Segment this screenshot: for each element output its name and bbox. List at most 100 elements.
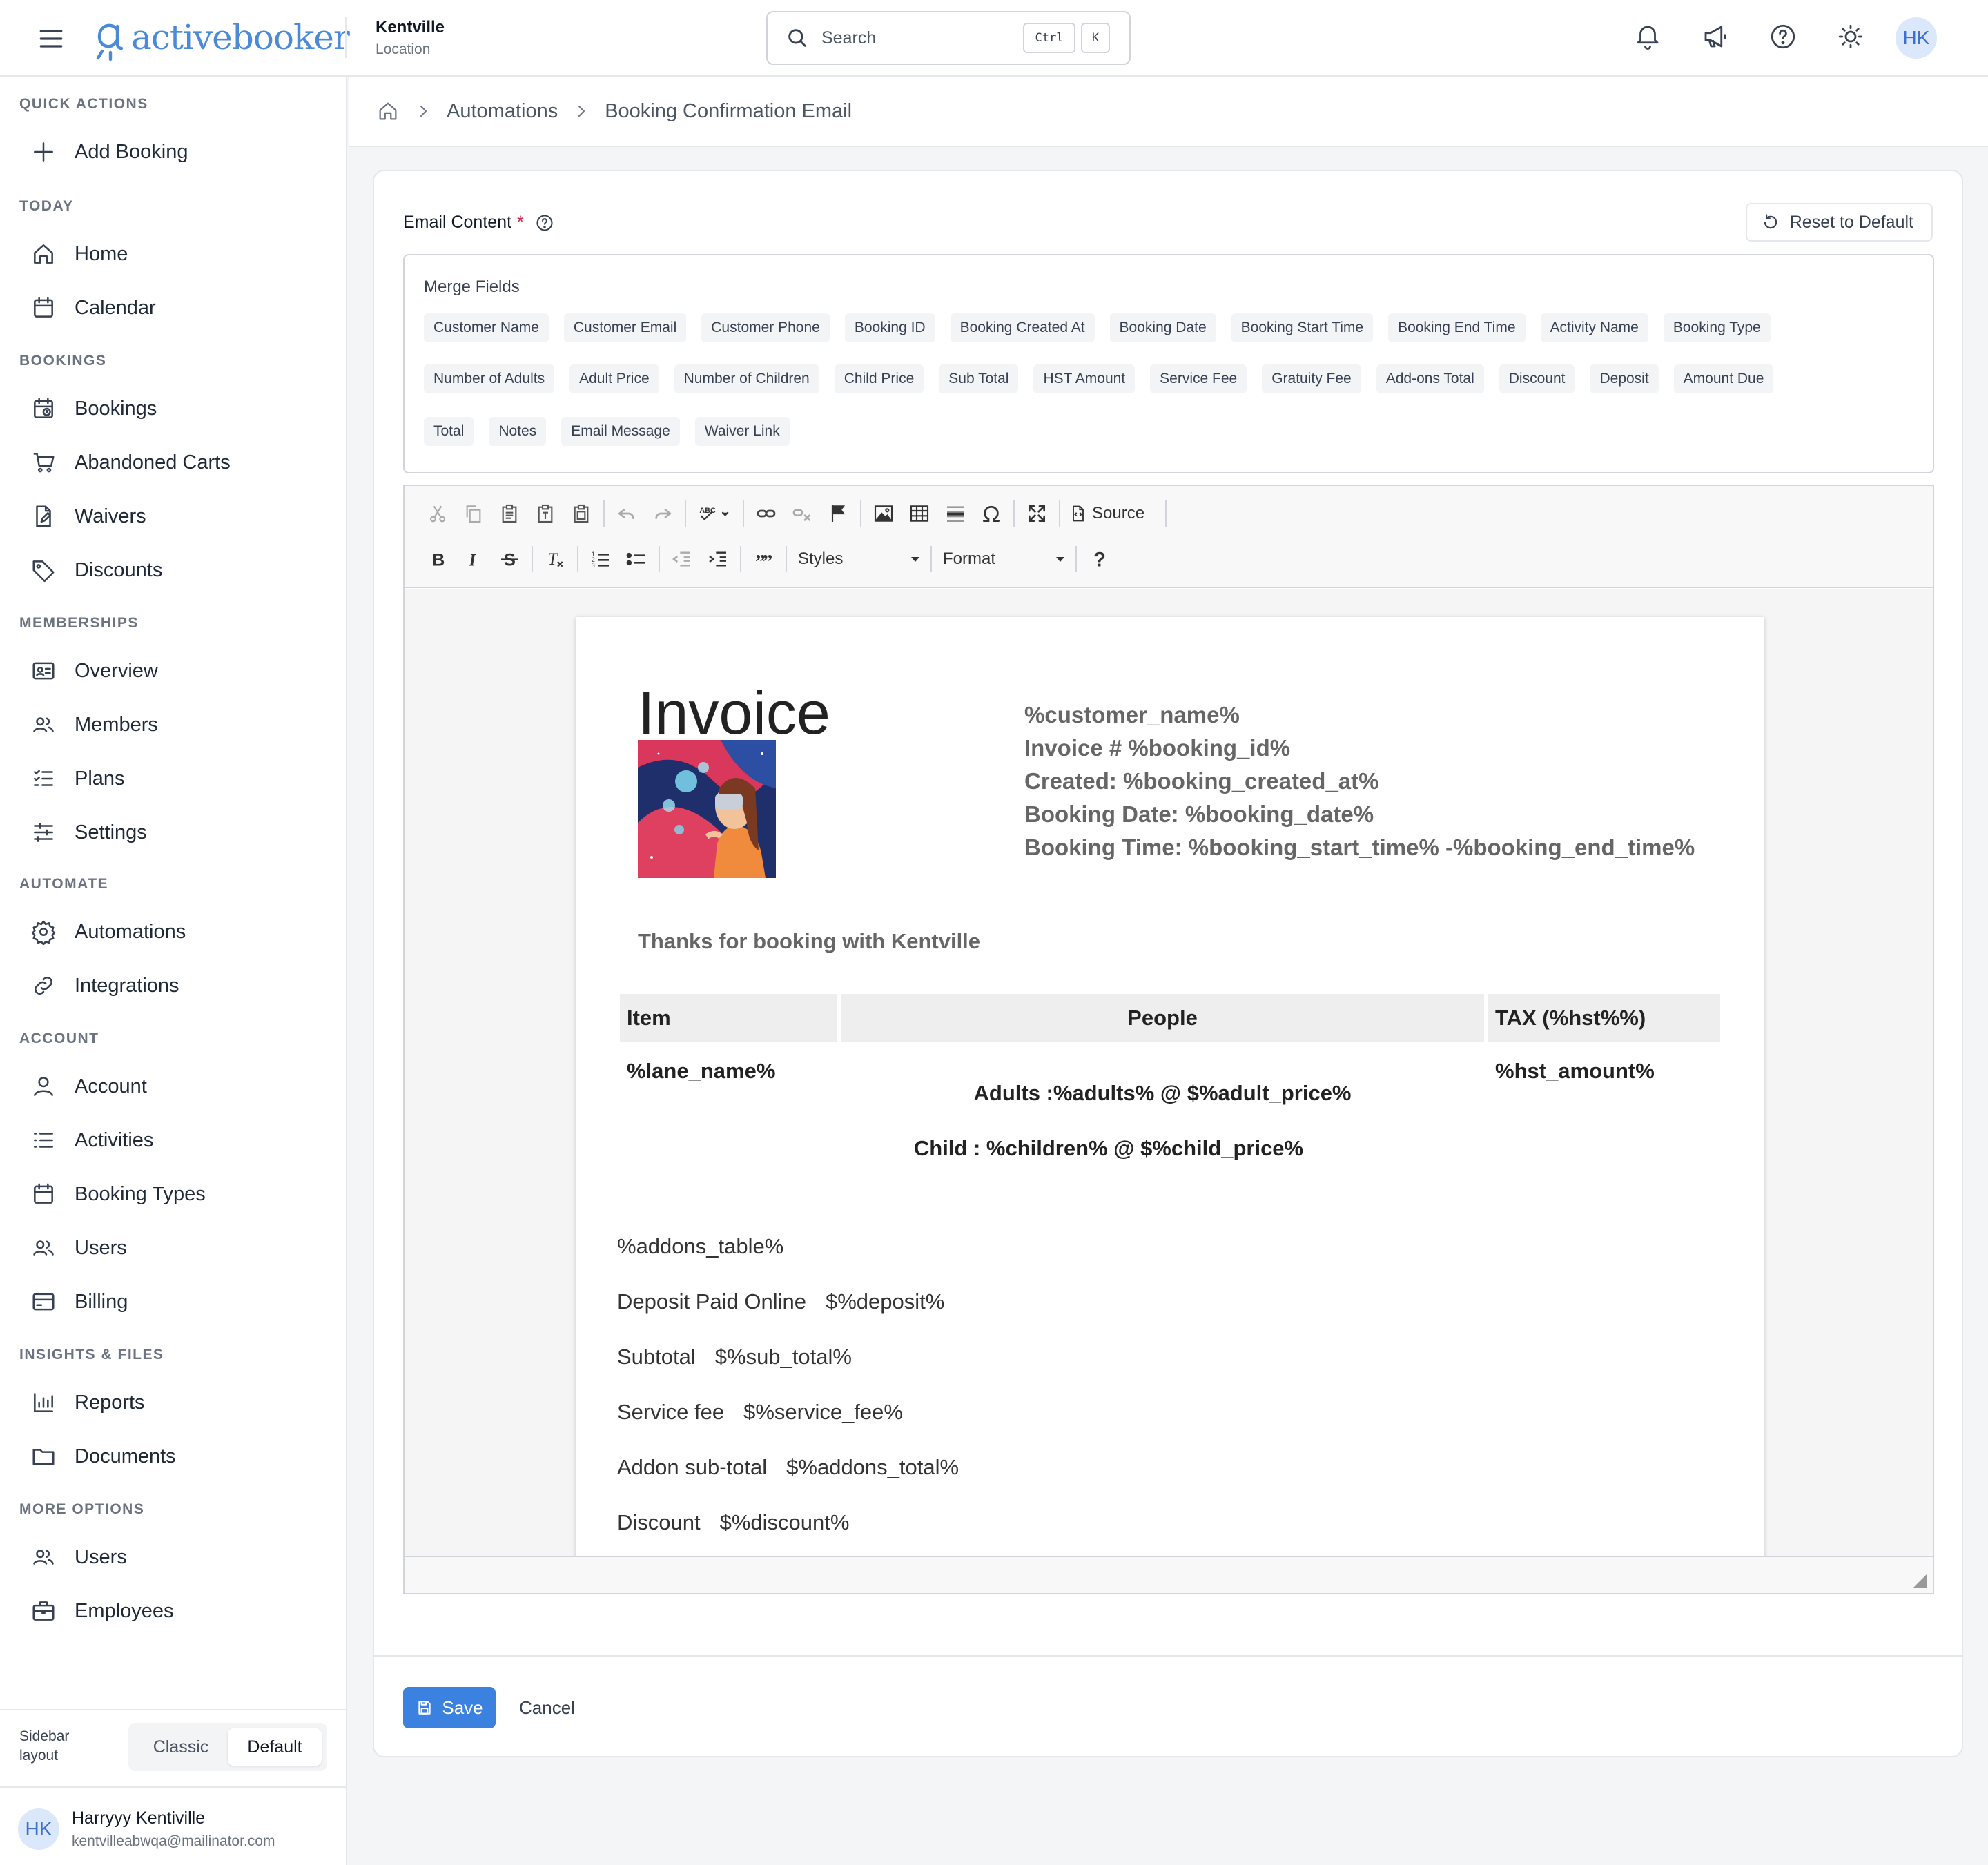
blockquote-button[interactable]: ”” <box>746 541 781 577</box>
horizontal-rule-button[interactable] <box>937 496 973 531</box>
megaphone-icon[interactable] <box>1701 22 1730 51</box>
merge-field-chip[interactable]: Amount Due <box>1673 364 1774 393</box>
merge-field-chip[interactable]: Adult Price <box>569 364 659 393</box>
menu-icon[interactable] <box>36 23 66 54</box>
sidebar-item-documents[interactable]: Documents <box>19 1435 330 1478</box>
strikethrough-button[interactable]: S <box>491 541 527 577</box>
merge-field-chip[interactable]: Add-ons Total <box>1376 364 1484 393</box>
outdent-button[interactable] <box>664 541 700 577</box>
sidebar-item-discounts[interactable]: Discounts <box>19 549 330 592</box>
merge-field-chip[interactable]: Email Message <box>561 417 680 446</box>
sidebar-item-account[interactable]: Account <box>19 1065 330 1108</box>
logo[interactable]: activebooker <box>91 11 350 64</box>
sidebar-item-plans[interactable]: Plans <box>19 757 330 800</box>
user-avatar[interactable]: HK <box>18 1808 59 1850</box>
layout-classic-option[interactable]: Classic <box>134 1728 228 1766</box>
merge-field-chip[interactable]: Booking Date <box>1109 313 1216 342</box>
merge-field-chip[interactable]: Activity Name <box>1540 313 1648 342</box>
merge-field-chip[interactable]: Customer Name <box>424 313 549 342</box>
help-icon[interactable] <box>535 213 554 233</box>
unlink-button[interactable] <box>784 496 820 531</box>
email-document[interactable]: Invoice %customer_name% Invoice # %booki… <box>576 617 1764 1557</box>
merge-field-chip[interactable]: Booking Type <box>1663 313 1771 342</box>
sidebar-item-home[interactable]: Home <box>19 233 330 275</box>
merge-field-chip[interactable]: Customer Phone <box>701 313 830 342</box>
sidebar-item-billing[interactable]: Billing <box>19 1280 330 1323</box>
home-icon[interactable] <box>376 99 400 123</box>
breadcrumb-automations[interactable]: Automations <box>447 100 558 123</box>
paste-text-button[interactable] <box>527 496 563 531</box>
bell-icon[interactable] <box>1633 22 1662 51</box>
bulleted-list-button[interactable] <box>618 541 654 577</box>
merge-field-chip[interactable]: Booking End Time <box>1388 313 1526 342</box>
merge-field-chip[interactable]: Notes <box>489 417 547 446</box>
anchor-button[interactable] <box>820 496 856 531</box>
save-button[interactable]: Save <box>403 1687 496 1728</box>
merge-field-chip[interactable]: Booking Created At <box>950 313 1095 342</box>
image-button[interactable] <box>866 496 902 531</box>
sidebar-item-calendar[interactable]: Calendar <box>19 286 330 329</box>
numbered-list-button[interactable]: 123 <box>583 541 618 577</box>
special-char-button[interactable] <box>973 496 1009 531</box>
sidebar-item-integrations[interactable]: Integrations <box>19 964 330 1007</box>
merge-field-chip[interactable]: Waiver Link <box>694 417 790 446</box>
merge-field-chip[interactable]: Gratuity Fee <box>1262 364 1361 393</box>
merge-field-chip[interactable]: Child Price <box>834 364 924 393</box>
sidebar-item-users-more[interactable]: Users <box>19 1536 330 1579</box>
sidebar-item-employees[interactable]: Employees <box>19 1590 330 1632</box>
merge-field-chip[interactable]: HST Amount <box>1033 364 1136 393</box>
sidebar-item-add-booking[interactable]: Add Booking <box>19 130 330 173</box>
sidebar-item-overview[interactable]: Overview <box>19 650 330 692</box>
sidebar-item-settings[interactable]: Settings <box>19 811 330 854</box>
indent-button[interactable] <box>700 541 736 577</box>
merge-field-chip[interactable]: Total <box>424 417 474 446</box>
layout-default-option[interactable]: Default <box>228 1728 322 1766</box>
sidebar-item-abandoned-carts[interactable]: Abandoned Carts <box>19 441 330 484</box>
remove-format-button[interactable]: T <box>537 541 573 577</box>
styles-dropdown[interactable]: Styles <box>791 542 926 576</box>
table-button[interactable] <box>902 496 937 531</box>
chevron-right-icon <box>578 106 585 117</box>
redo-button[interactable] <box>645 496 681 531</box>
maximize-button[interactable] <box>1019 496 1055 531</box>
sun-icon[interactable] <box>1836 22 1865 51</box>
merge-field-chip[interactable]: Sub Total <box>939 364 1019 393</box>
merge-field-chip[interactable]: Number of Children <box>674 364 819 393</box>
link-button[interactable] <box>748 496 784 531</box>
sidebar-item-waivers[interactable]: Waivers <box>19 495 330 538</box>
undo-button[interactable] <box>609 496 645 531</box>
search-input[interactable]: Search Ctrl K <box>766 11 1131 65</box>
merge-field-chip[interactable]: Discount <box>1499 364 1575 393</box>
spellcheck-button[interactable]: ABC <box>690 496 739 531</box>
paste-button[interactable] <box>491 496 527 531</box>
format-dropdown[interactable]: Format <box>936 542 1071 576</box>
sidebar-item-members[interactable]: Members <box>19 703 330 746</box>
sidebar-item-reports[interactable]: Reports <box>19 1381 330 1424</box>
merge-field-chip[interactable]: Customer Email <box>563 313 687 342</box>
sidebar-item-automations[interactable]: Automations <box>19 910 330 953</box>
sidebar-item-booking-types[interactable]: Booking Types <box>19 1173 330 1215</box>
cancel-button[interactable]: Cancel <box>519 1687 575 1728</box>
italic-button[interactable]: I <box>456 541 491 577</box>
merge-field-chip[interactable]: Service Fee <box>1150 364 1247 393</box>
sidebar-item-users[interactable]: Users <box>19 1227 330 1269</box>
section-memberships: MEMBERSHIPS <box>19 615 139 631</box>
copy-button[interactable] <box>456 496 491 531</box>
resize-handle-icon[interactable] <box>1913 1574 1927 1588</box>
reset-to-default-button[interactable]: Reset to Default <box>1745 203 1933 242</box>
editor-help-button[interactable]: ? <box>1081 541 1117 577</box>
sidebar-item-activities[interactable]: Activities <box>19 1119 330 1162</box>
sidebar-item-bookings[interactable]: Bookings <box>19 387 330 430</box>
cut-button[interactable] <box>420 496 456 531</box>
paste-word-button[interactable] <box>563 496 599 531</box>
editor-content-area[interactable]: Invoice %customer_name% Invoice # %booki… <box>405 589 1933 1557</box>
source-button[interactable]: Source <box>1064 496 1161 531</box>
merge-field-chip[interactable]: Number of Adults <box>424 364 555 393</box>
merge-field-chip[interactable]: Booking Start Time <box>1231 313 1374 342</box>
help-icon[interactable] <box>1768 22 1797 51</box>
location-switcher[interactable]: Kentville Location <box>376 18 445 58</box>
bold-button[interactable]: B <box>420 541 456 577</box>
avatar[interactable]: HK <box>1896 17 1937 59</box>
merge-field-chip[interactable]: Deposit <box>1590 364 1659 393</box>
merge-field-chip[interactable]: Booking ID <box>844 313 935 342</box>
